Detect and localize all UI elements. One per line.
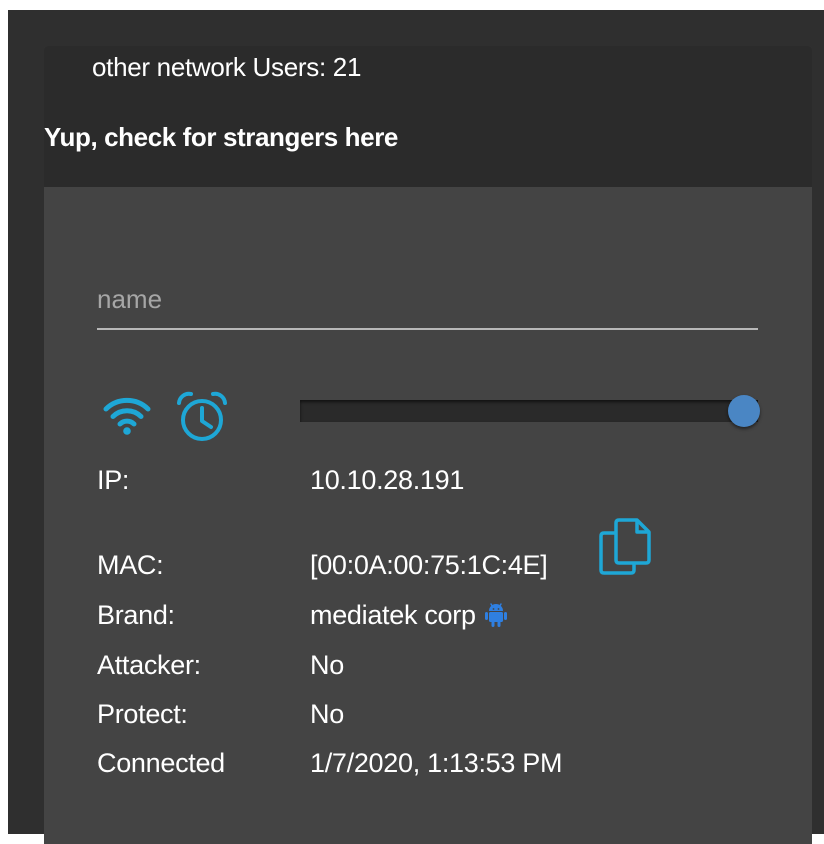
connected-value: 1/7/2020, 1:13:53 PM [310, 748, 563, 778]
signal-slider-thumb[interactable] [728, 395, 761, 427]
ip-label: IP: [97, 465, 130, 495]
device-card: other network Users: 21 Yup, check for s… [44, 46, 812, 844]
device-name-input[interactable] [97, 278, 758, 330]
wifi-icon[interactable] [102, 396, 152, 436]
header-tagline: Yup, check for strangers here [44, 122, 398, 152]
brand-value: mediatek corp [310, 600, 476, 630]
brand-value-row: mediatek corp [310, 599, 508, 631]
signal-slider-track[interactable] [300, 395, 761, 427]
app-background: other network Users: 21 Yup, check for s… [8, 10, 824, 844]
attacker-value: No [310, 650, 344, 680]
other-users-count: other network Users: 21 [92, 52, 362, 82]
card-header: other network Users: 21 Yup, check for s… [44, 46, 812, 187]
protect-value: No [310, 699, 344, 729]
ip-value: 10.10.28.191 [310, 465, 465, 495]
alarm-clock-icon[interactable] [174, 391, 230, 443]
copy-icon[interactable] [599, 516, 657, 576]
attacker-label: Attacker: [97, 650, 201, 680]
android-icon [484, 603, 507, 627]
protect-label: Protect: [97, 699, 188, 729]
mac-label: MAC: [97, 550, 164, 580]
brand-label: Brand: [97, 600, 175, 630]
mac-value: [00:0A:00:75:1C:4E] [310, 550, 548, 580]
connected-label: Connected [97, 748, 225, 778]
